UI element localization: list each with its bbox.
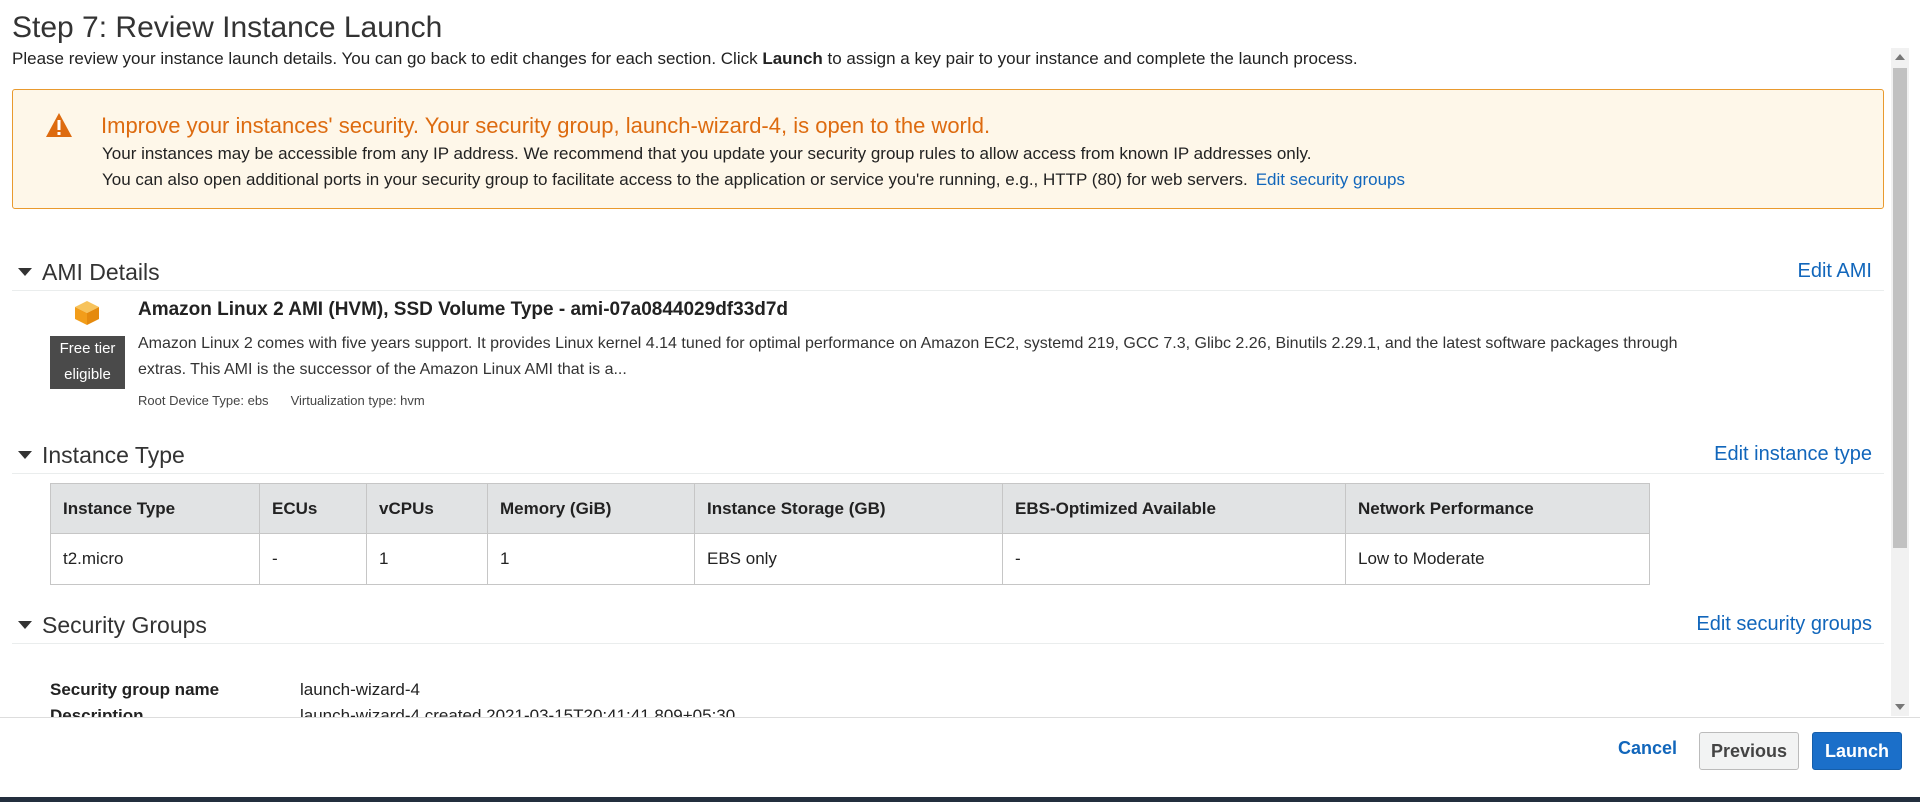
intro-text-bold: Launch xyxy=(762,49,823,68)
page-title: Step 7: Review Instance Launch xyxy=(12,11,443,44)
column-header: Memory (GiB) xyxy=(487,483,695,534)
review-content: Step 7: Review Instance Launch Please re… xyxy=(0,0,1890,717)
ami-description: Amazon Linux 2 comes with five years sup… xyxy=(138,335,1678,378)
virtualization-type: Virtualization type: hvm xyxy=(290,393,425,408)
root-device-type: Root Device Type: ebs xyxy=(138,393,269,408)
intro-text-start: Please review your instance launch detai… xyxy=(12,49,763,68)
warning-title: Improve your instances' security. Your s… xyxy=(101,113,991,138)
section-security-groups[interactable]: Security Groups Edit security groups xyxy=(12,607,1884,644)
security-group-description-row: Description launch-wizard-4 created 2021-… xyxy=(50,706,735,717)
column-header: EBS-Optimized Available xyxy=(1002,483,1346,534)
collapse-caret-icon[interactable] xyxy=(18,268,32,276)
cancel-button[interactable]: Cancel xyxy=(1618,738,1677,759)
cube-icon xyxy=(75,301,99,325)
security-group-description-value: launch-wizard-4 created 2021-03-15T20:41… xyxy=(300,706,736,717)
ami-name: Amazon Linux 2 AMI (HVM), SSD Volume Typ… xyxy=(138,299,789,320)
section-ami-details[interactable]: AMI Details Edit AMI xyxy=(12,254,1884,291)
previous-button[interactable]: Previous xyxy=(1699,732,1799,770)
column-header: Instance Storage (GB) xyxy=(694,483,1003,534)
security-warning-box: Improve your instances' security. Your s… xyxy=(12,89,1884,209)
collapse-caret-icon[interactable] xyxy=(18,451,32,459)
table-cell: - xyxy=(259,533,367,585)
security-group-name-label: Security group name xyxy=(50,680,220,699)
intro-text: Please review your instance launch detai… xyxy=(12,48,1358,70)
vertical-scrollbar[interactable] xyxy=(1891,48,1909,716)
free-tier-line-1: Free tier xyxy=(59,340,116,357)
intro-text-end: to assign a key pair to your instance an… xyxy=(822,49,1358,68)
free-tier-badge: Free tier eligible xyxy=(50,336,125,389)
section-instance-type[interactable]: Instance Type Edit instance type xyxy=(12,437,1884,474)
collapse-caret-icon[interactable] xyxy=(18,621,32,629)
column-header: Network Performance xyxy=(1345,483,1650,534)
column-header: Instance Type xyxy=(50,483,260,534)
warning-text-2: You can also open additional ports in yo… xyxy=(102,169,1405,191)
security-group-name-value: launch-wizard-4 xyxy=(300,680,420,699)
table-cell: 1 xyxy=(366,533,488,585)
scroll-up-icon[interactable] xyxy=(1895,54,1905,60)
column-header: vCPUs xyxy=(366,483,488,534)
footer-divider xyxy=(0,717,1920,718)
scroll-down-icon[interactable] xyxy=(1895,704,1905,710)
scrollbar-thumb[interactable] xyxy=(1893,68,1907,548)
section-title-ami: AMI Details xyxy=(42,259,160,285)
column-header: ECUs xyxy=(259,483,367,534)
warning-icon xyxy=(46,113,72,137)
table-cell: - xyxy=(1002,533,1346,585)
warning-edit-security-groups-link[interactable]: Edit security groups xyxy=(1256,170,1405,189)
section-title-security-groups: Security Groups xyxy=(42,612,207,638)
table-cell: EBS only xyxy=(694,533,1003,585)
edit-security-groups-link[interactable]: Edit security groups xyxy=(1696,611,1872,637)
launch-button[interactable]: Launch xyxy=(1812,732,1902,770)
table-cell: 1 xyxy=(487,533,695,585)
section-title-instance-type: Instance Type xyxy=(42,442,185,468)
free-tier-line-2: eligible xyxy=(64,366,111,383)
edit-ami-link[interactable]: Edit AMI xyxy=(1798,258,1872,284)
ami-meta: Root Device Type: ebs Virtualization type… xyxy=(138,393,425,408)
security-group-description-label: Description xyxy=(50,706,144,717)
instance-type-table: Instance Type ECUs vCPUs Memory (GiB) In… xyxy=(50,483,1650,585)
table-cell: t2.micro xyxy=(50,533,260,585)
warning-text-2-body: You can also open additional ports in yo… xyxy=(102,170,1248,189)
table-header-row: Instance Type ECUs vCPUs Memory (GiB) In… xyxy=(50,483,1650,534)
security-group-name-row: Security group name launch-wizard-4 xyxy=(50,680,420,700)
bottom-bar xyxy=(0,797,1920,802)
table-row: t2.micro - 1 1 EBS only - Low to Moderat… xyxy=(50,533,1650,585)
table-cell: Low to Moderate xyxy=(1345,533,1650,585)
warning-text-1: Your instances may be accessible from an… xyxy=(102,144,1312,163)
edit-instance-type-link[interactable]: Edit instance type xyxy=(1714,441,1872,467)
